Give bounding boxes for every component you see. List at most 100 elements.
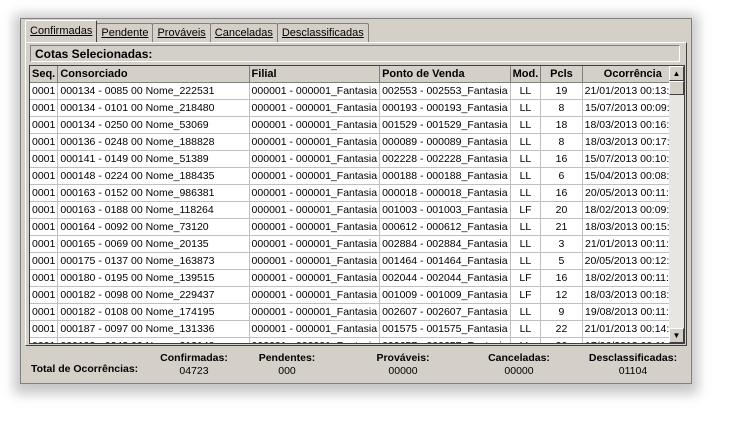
table-cell: 18 [540,116,583,134]
table-cell: LF [510,286,542,304]
table-cell: 0001 [30,286,59,304]
table-cell: 000164 - 0092 00 Nome_73120 [57,218,250,236]
table-cell: 0001 [30,235,59,253]
table-cell: 9 [540,303,583,321]
table-cell: 002884 - 002884_Fantasia [379,235,511,253]
tab-pendente[interactable]: Pendente [96,23,154,42]
table-cell: 0001 [30,150,59,168]
table-row[interactable]: 0001 000182 - 0098 00 Nome_229437 000001 -… [30,286,684,304]
table-cell: LL [510,99,542,117]
tab-canceladas[interactable]: Canceladas [209,23,278,42]
table-cell: 0001 [30,167,59,185]
table-row[interactable]: 0001 000175 - 0137 00 Nome_163873 000001 -… [30,252,684,270]
col-header-consorciado[interactable]: Consorciado [57,66,250,83]
table-cell: 0001 [30,337,59,343]
col-header-ponto-de-venda[interactable]: Ponto de Venda [379,66,511,83]
scroll-down-button[interactable]: ▼ [669,328,684,343]
table-row[interactable]: 0001 000134 - 0250 00 Nome_53069 000001 - … [30,116,684,134]
tab-strip: Confirmadas Pendente Prováveis Cancelada… [25,20,369,42]
table-cell: 000001 - 000001_Fantasia [249,82,381,100]
table-cell: 0001 [30,133,59,151]
quotas-table: Seq. Consorciado Filial Ponto de Venda M… [30,66,684,343]
quotas-grid[interactable]: Seq. Consorciado Filial Ponto de Venda M… [29,65,685,344]
col-header-pcls[interactable]: Pcls [540,66,583,83]
stat-value: 00000 [504,365,534,377]
scroll-up-button[interactable]: ▲ [669,66,684,81]
table-row[interactable]: 0001 000134 - 0085 00 Nome_222531 000001 -… [30,82,684,100]
table-cell: LF [510,201,542,219]
scroll-thumb[interactable] [669,81,684,95]
table-cell: 000612 - 000612_Fantasia [379,218,511,236]
table-cell: 0001 [30,303,59,321]
table-cell: LL [510,337,542,343]
table-cell: 0001 [30,82,59,100]
tab-provaveis[interactable]: Prováveis [152,23,211,42]
table-cell: 000001 - 000001_Fantasia [249,99,381,117]
table-row[interactable]: 0001 000164 - 0092 00 Nome_73120 000001 - … [30,218,684,236]
table-cell: 000163 - 0188 00 Nome_118264 [57,201,250,219]
table-cell: 000141 - 0149 00 Nome_51389 [57,150,250,168]
table-cell: 000001 - 000001_Fantasia [249,201,381,219]
table-cell: 5 [540,252,583,270]
table-cell: 000182 - 0098 00 Nome_229437 [57,286,250,304]
table-row[interactable]: 0001 000136 - 0248 00 Nome_188828 000001 -… [30,133,684,151]
table-cell: 0001 [30,99,59,117]
header-row: Seq. Consorciado Filial Ponto de Venda M… [30,66,684,83]
grid-body: 0001 000134 - 0085 00 Nome_222531 000001 -… [30,82,684,343]
table-cell: 3 [540,235,583,253]
table-cell: 001575 - 001575_Fantasia [379,320,511,338]
col-header-mod[interactable]: Mod. [510,66,542,83]
table-row[interactable]: 0001000193 - 0242 00 Nome_212140000001 -… [30,337,684,343]
table-cell: 000657 - 000657_Fantasia [379,337,511,343]
table-cell: 22 [540,320,583,338]
table-cell: 001464 - 001464_Fantasia [379,252,511,270]
table-cell: 000001 - 000001_Fantasia [249,167,381,185]
table-cell: 000001 - 000001_Fantasia [249,218,381,236]
table-cell: 21 [540,218,583,236]
stat-value: 04723 [179,365,209,377]
table-cell: LL [510,320,542,338]
table-cell: 000001 - 000001_Fantasia [249,337,381,343]
table-cell: 000182 - 0108 00 Nome_174195 [57,303,250,321]
table-cell: 000175 - 0137 00 Nome_163873 [57,252,250,270]
stat-desclassificadas: Desclassificadas: 01104 [581,352,685,377]
table-row[interactable]: 0001 000163 - 0152 00 Nome_986381 000001 -… [30,184,684,202]
table-row[interactable]: 0001 000187 - 0097 00 Nome_131336 000001 -… [30,320,684,338]
col-header-filial[interactable]: Filial [249,66,381,83]
table-cell: 000134 - 0250 00 Nome_53069 [57,116,250,134]
table-row[interactable]: 0001 000163 - 0188 00 Nome_118264 000001 -… [30,201,684,219]
table-cell: 8 [540,99,583,117]
window: Confirmadas Pendente Prováveis Cancelada… [20,18,692,384]
vertical-scrollbar[interactable]: ▲ ▼ [669,66,684,343]
table-row[interactable]: 0001 000134 - 0101 00 Nome_218480 000001 -… [30,99,684,117]
col-header-seq[interactable]: Seq. [30,66,59,83]
table-cell: LL [510,184,542,202]
table-cell: 002228 - 002228_Fantasia [379,150,511,168]
table-cell: 000001 - 000001_Fantasia [249,235,381,253]
table-row[interactable]: 0001 000165 - 0069 00 Nome_20135 000001 - … [30,235,684,253]
table-cell: 002607 - 002607_Fantasia [379,303,511,321]
table-cell: 000001 - 000001_Fantasia [249,252,381,270]
table-cell: LL [510,150,542,168]
table-cell: 6 [540,167,583,185]
table-cell: 000001 - 000001_Fantasia [249,116,381,134]
table-cell: LL [510,133,542,151]
table-cell: 000001 - 000001_Fantasia [249,286,381,304]
totals-footer: Total de Ocorrências: Confirmadas: 04723… [25,349,687,381]
table-cell: 002044 - 002044_Fantasia [379,269,511,287]
table-cell: 19 [540,82,583,100]
table-cell: 000001 - 000001_Fantasia [249,150,381,168]
table-cell: 0001 [30,269,59,287]
table-cell: 12 [540,286,583,304]
table-row[interactable]: 0001 000148 - 0224 00 Nome_188435 000001 -… [30,167,684,185]
tab-confirmadas[interactable]: Confirmadas [25,20,98,42]
table-cell: 000018 - 000018_Fantasia [379,184,511,202]
table-cell: LL [510,167,542,185]
table-row[interactable]: 0001 000141 - 0149 00 Nome_51389 000001 - … [30,150,684,168]
tab-desclassificadas[interactable]: Desclassificadas [276,23,369,42]
table-cell: 8 [540,133,583,151]
stat-label: Canceladas: [488,352,550,364]
table-row[interactable]: 0001 000180 - 0195 00 Nome_139515 000001 -… [30,269,684,287]
table-row[interactable]: 0001 000182 - 0108 00 Nome_174195 000001 -… [30,303,684,321]
table-cell: 000163 - 0152 00 Nome_986381 [57,184,250,202]
